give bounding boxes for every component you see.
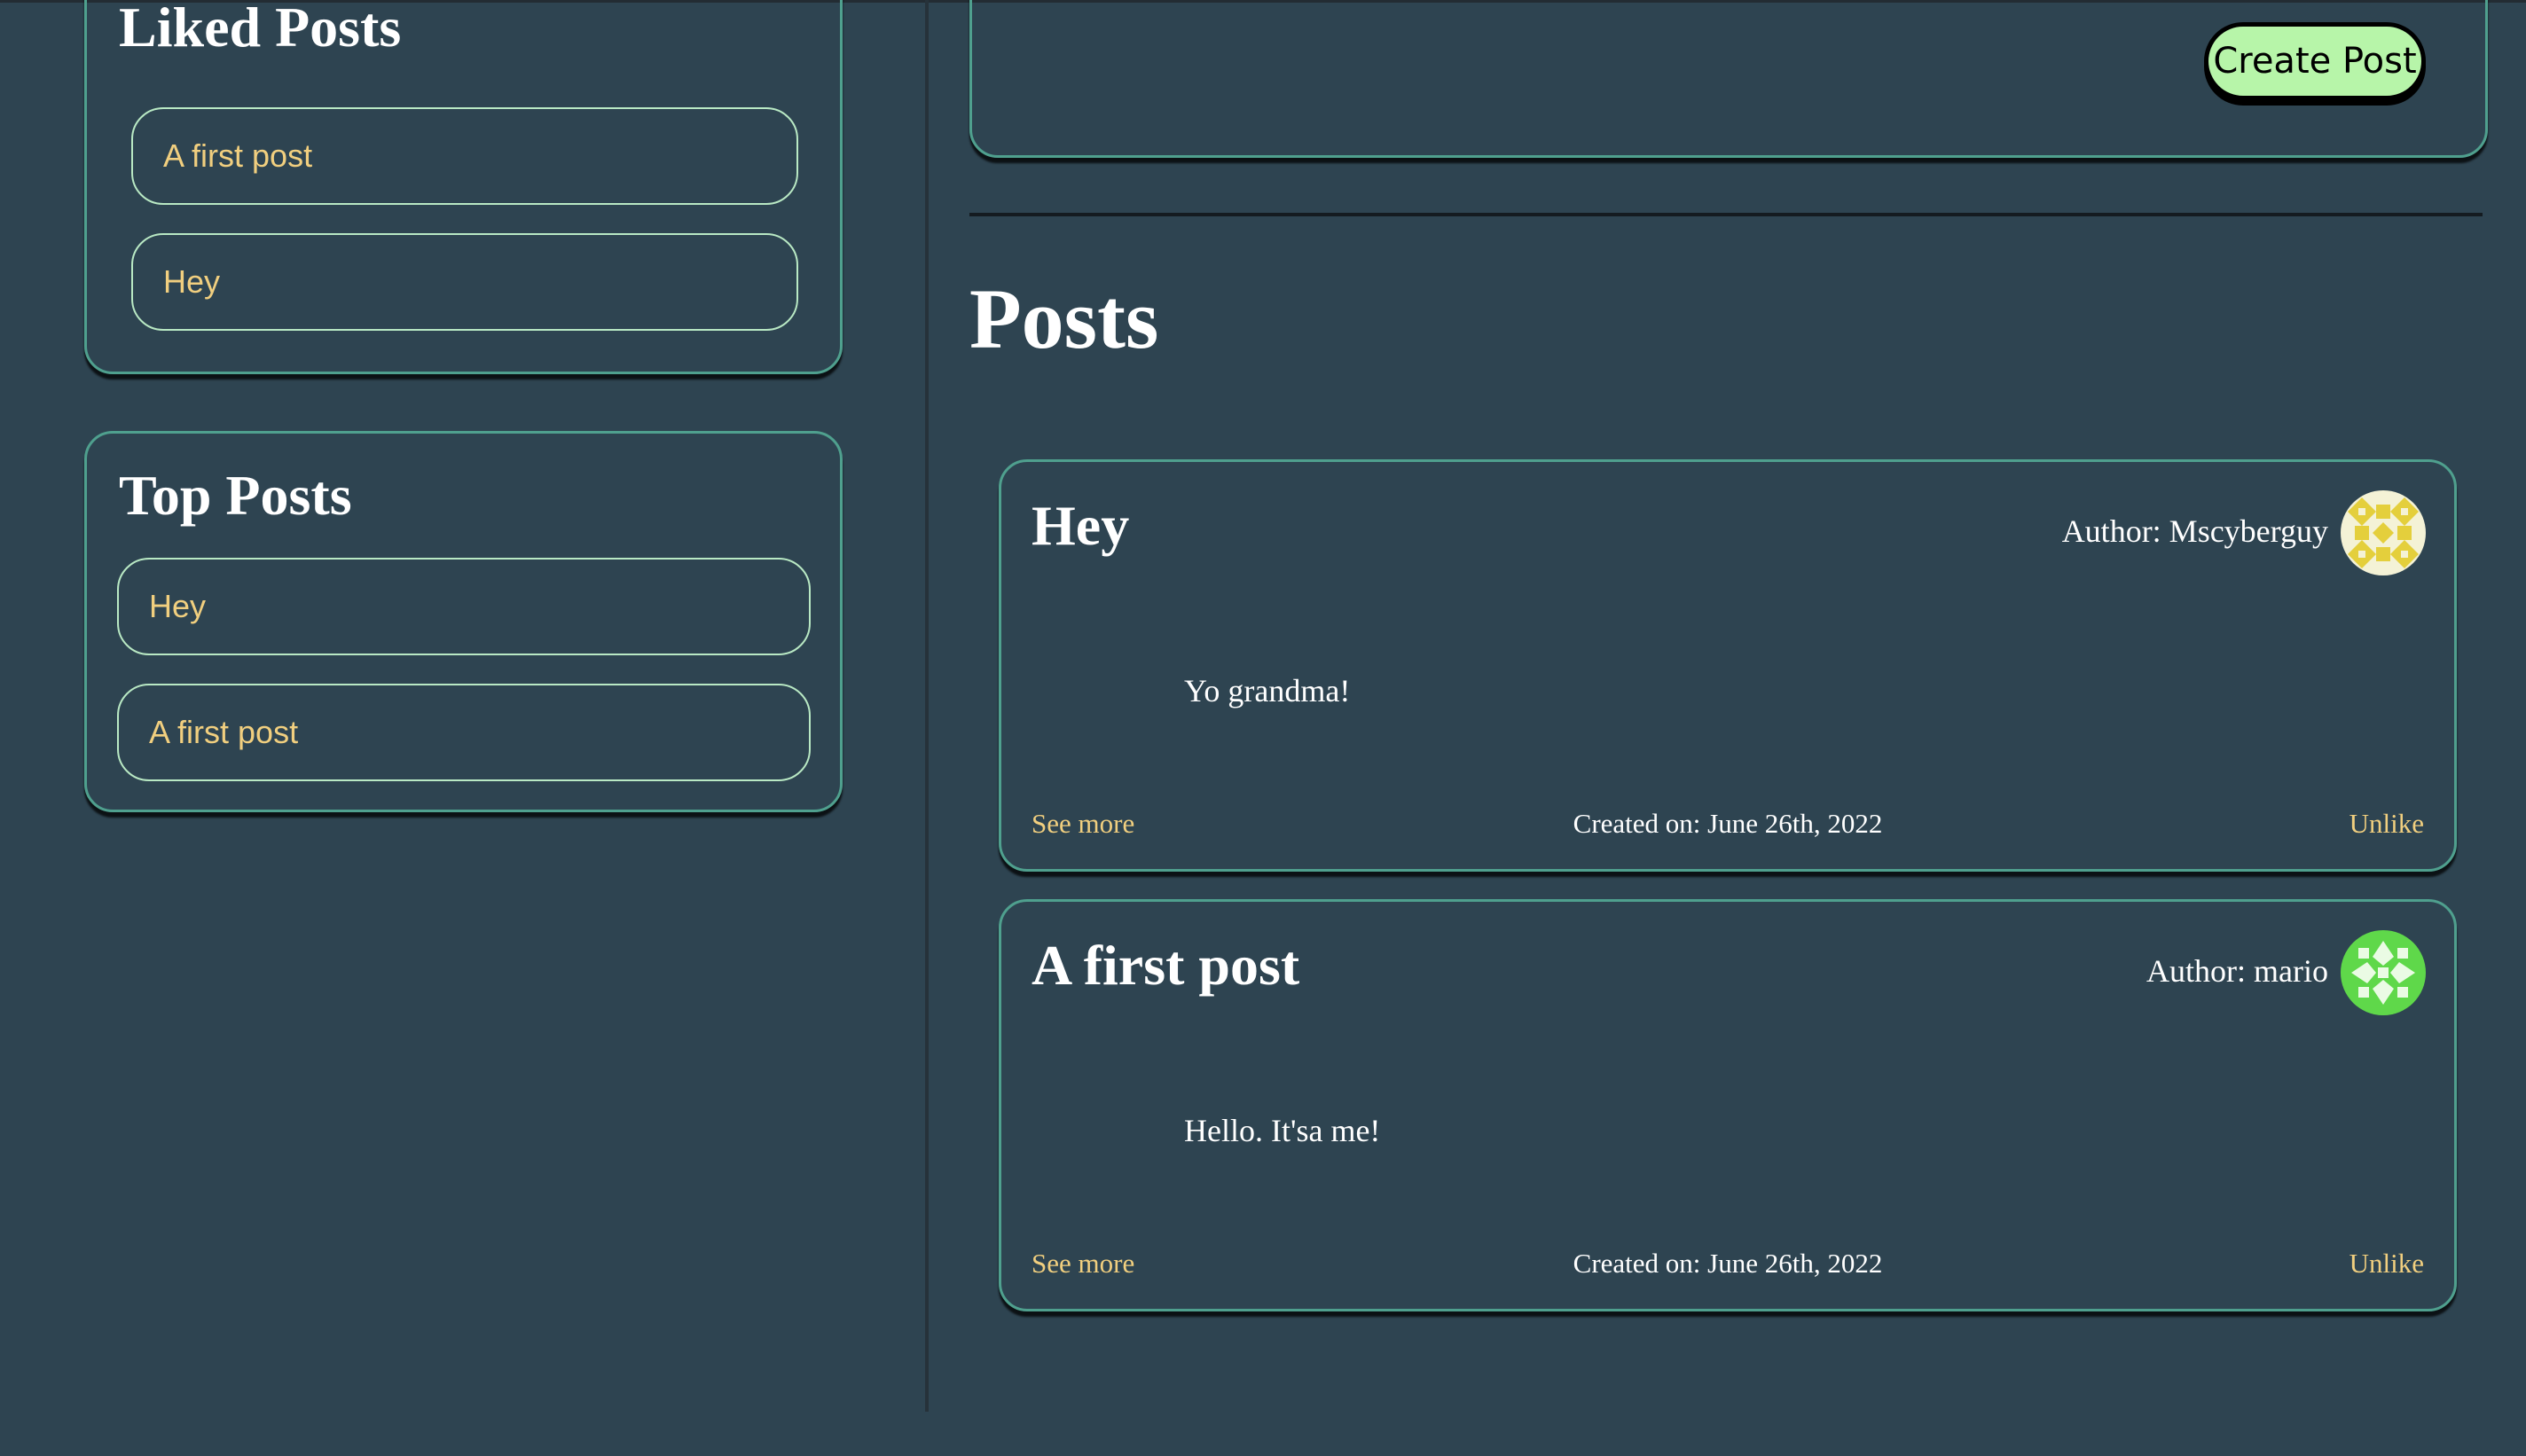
identicon-avatar-green-icon [2341,930,2426,1015]
top-posts-title: Top Posts [119,464,352,527]
unlike-button[interactable]: Unlike [2349,808,2424,840]
see-more-link[interactable]: See more [1032,808,1134,840]
post-created-date: Created on: June 26th, 2022 [1573,1248,1883,1279]
liked-posts-panel: Liked Posts A first post Hey [84,0,843,374]
unlike-button[interactable]: Unlike [2349,1248,2424,1280]
liked-posts-title: Liked Posts [119,0,402,59]
column-divider [925,0,929,1412]
post-author: Author: mario [2146,953,2328,989]
identicon-avatar-yellow-icon [2341,490,2426,575]
top-post-item[interactable]: A first post [117,684,811,781]
liked-post-item[interactable]: Hey [131,233,798,331]
post-card: Hey Author: Mscyberguy Yo grandma! Creat… [999,459,2457,872]
post-body: Yo grandma! [1184,673,1351,708]
liked-post-item[interactable]: A first post [131,107,798,205]
post-title: A first post [1032,934,1300,997]
post-created-date: Created on: June 26th, 2022 [1573,808,1883,839]
top-post-item[interactable]: Hey [117,558,811,655]
post-footer: Created on: June 26th, 2022 See more Unl… [1032,1248,2424,1283]
post-author: Author: Mscyberguy [2061,513,2328,549]
post-card: A first post Author: mario Hello. It'sa … [999,899,2457,1311]
section-divider [969,213,2483,216]
post-body: Hello. It'sa me! [1184,1113,1381,1148]
post-footer: Created on: June 26th, 2022 See more Unl… [1032,808,2424,843]
see-more-link[interactable]: See more [1032,1248,1134,1280]
top-posts-panel: Top Posts Hey A first post [84,431,843,812]
create-post-button[interactable]: Create Post [2204,22,2426,100]
post-title: Hey [1032,494,1130,557]
posts-heading: Posts [969,271,1159,366]
